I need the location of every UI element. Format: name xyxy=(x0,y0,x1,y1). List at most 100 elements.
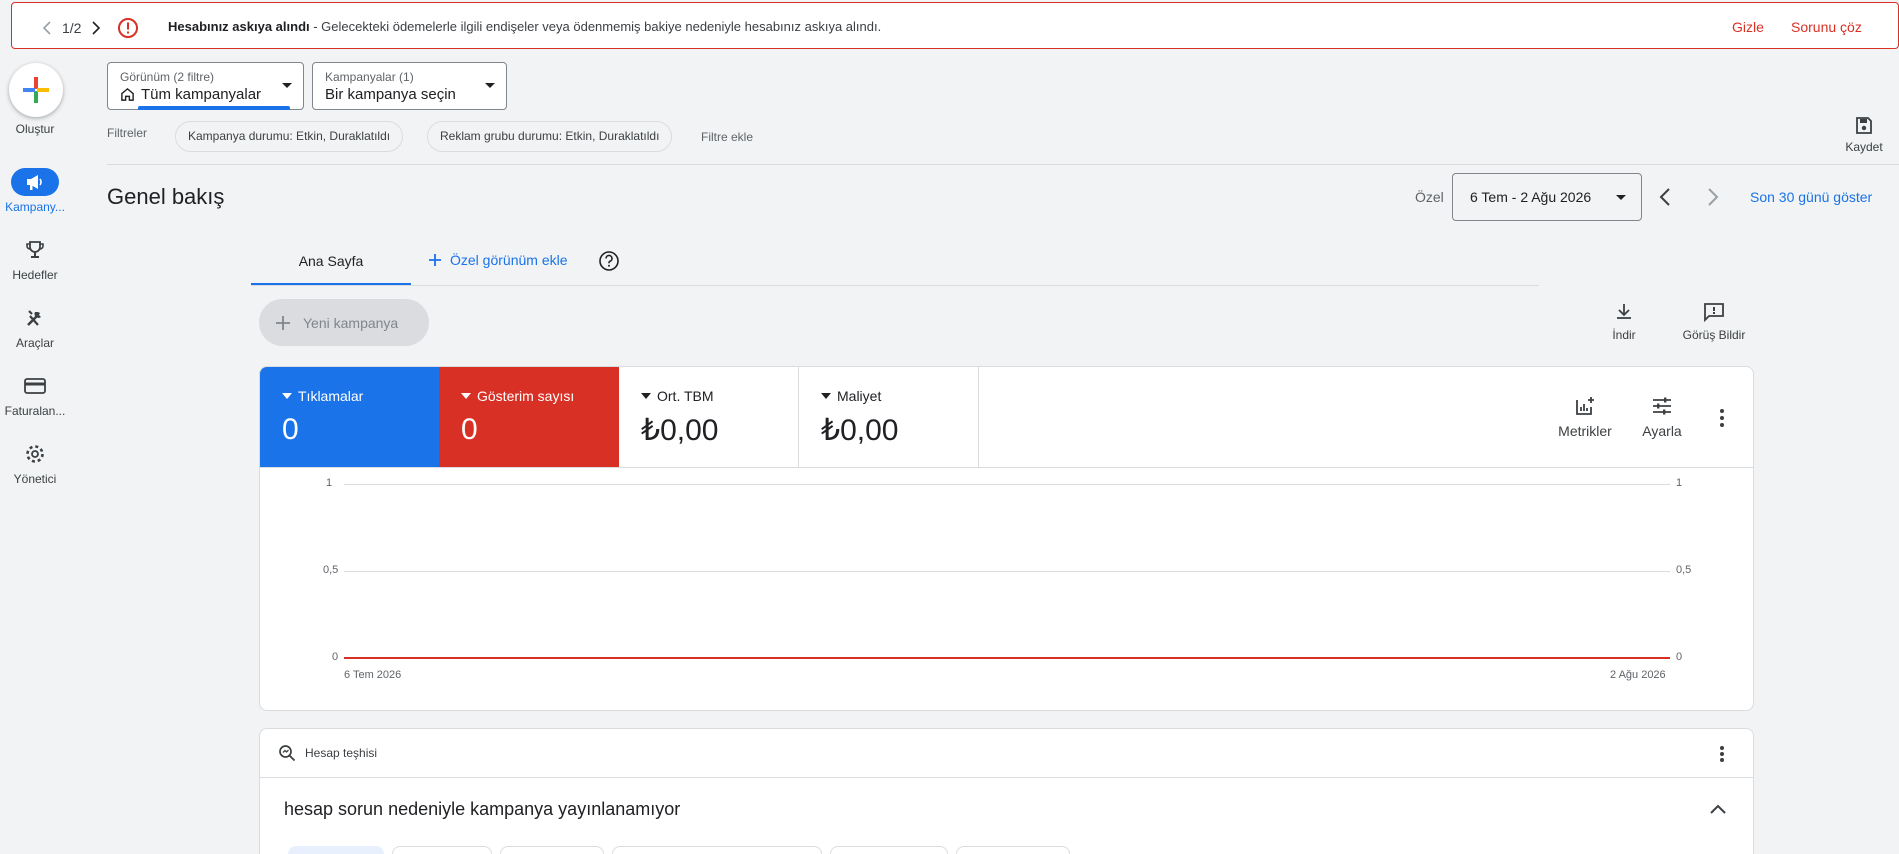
metric-value: ₺0,00 xyxy=(641,414,719,447)
hide-alert-link[interactable]: Gizle xyxy=(1732,19,1764,35)
dropdown-triangle-icon[interactable] xyxy=(461,393,471,399)
diagnosis-divider xyxy=(260,777,1753,778)
metric-name: Tıklamalar xyxy=(298,388,364,404)
new-campaign-label: Yeni kampanya xyxy=(303,314,399,331)
sidebar-item-label: Kampany... xyxy=(5,200,65,214)
download-button[interactable]: İndir xyxy=(1604,302,1644,342)
download-label: İndir xyxy=(1612,328,1636,342)
alert-text: - Gelecekteki ödemelerle ilgili endişele… xyxy=(309,19,882,34)
add-chart-icon xyxy=(1576,397,1594,415)
page-title: Genel bakış xyxy=(107,184,225,209)
next-alert-icon[interactable] xyxy=(91,21,101,35)
metrics-button[interactable]: Metrikler xyxy=(1553,395,1617,439)
prev-alert-icon[interactable] xyxy=(42,21,52,35)
tab-home[interactable]: Ana Sayfa xyxy=(251,240,411,285)
view-selector[interactable]: Görünüm (2 filtre) Tüm kampanyalar xyxy=(107,62,304,110)
sidebar-item-label: Yönetici xyxy=(13,472,57,486)
diagnosis-chip[interactable] xyxy=(830,846,948,854)
credit-card-icon xyxy=(11,372,59,400)
campaign-selector[interactable]: Kampanyalar (1) Bir kampanya seçin xyxy=(312,62,507,110)
home-icon xyxy=(121,87,134,101)
adjust-label: Ayarla xyxy=(1642,423,1682,439)
metric-cost[interactable]: Maliyet ₺0,00 xyxy=(799,367,979,467)
view-selector-indicator xyxy=(138,106,290,110)
create-button[interactable] xyxy=(9,63,63,117)
feedback-icon xyxy=(1704,303,1724,322)
date-range-value: 6 Tem - 2 Ağu 2026 xyxy=(1470,189,1592,205)
diagnosis-chip[interactable] xyxy=(288,846,384,854)
suspension-alert: 1/2 Hesabınız askıya alındı - Gelecektek… xyxy=(11,2,1899,49)
metric-clicks[interactable]: Tıklamalar 0 xyxy=(260,367,439,467)
chart-plot-area xyxy=(344,657,1670,659)
dropdown-triangle-icon[interactable] xyxy=(821,393,831,399)
save-button[interactable]: Kaydet xyxy=(1842,116,1886,154)
date-range-picker[interactable]: 6 Tem - 2 Ağu 2026 xyxy=(1452,173,1642,221)
diagnosis-chip[interactable] xyxy=(612,846,822,854)
x-tick-label: 6 Tem 2026 xyxy=(344,669,402,681)
tools-icon xyxy=(11,304,59,332)
plus-icon xyxy=(23,77,49,103)
help-icon[interactable] xyxy=(598,250,620,272)
filters-label: Filtreler xyxy=(107,126,148,140)
diagnosis-chip[interactable] xyxy=(500,846,604,854)
metric-name: Gösterim sayısı xyxy=(477,388,575,404)
alert-message: Hesabınız askıya alındı - Gelecekteki öd… xyxy=(168,19,881,34)
add-custom-view-tab[interactable]: Özel görünüm ekle xyxy=(428,252,568,268)
diagnosis-chip[interactable] xyxy=(392,846,492,854)
new-campaign-button[interactable]: Yeni kampanya xyxy=(259,299,429,346)
alert-page-count: 1/2 xyxy=(62,20,82,36)
diagnosis-label: Hesap teşhisi xyxy=(305,746,378,760)
more-vert-icon[interactable] xyxy=(1719,745,1725,763)
y-tick-label-right: 1 xyxy=(1676,477,1683,489)
sidebar-item-tools[interactable]: Araçlar xyxy=(0,304,70,350)
sidebar-item-label: Hedefler xyxy=(12,268,58,282)
filter-chip-campaign-status[interactable]: Kampanya durumu: Etkin, Duraklatıldı xyxy=(175,121,404,152)
y-tick-label-left: 0 xyxy=(332,651,339,663)
dropdown-triangle-icon[interactable] xyxy=(282,393,292,399)
x-tick-label: 2 Ağu 2026 xyxy=(1610,669,1666,681)
sidebar-item-goals[interactable]: Hedefler xyxy=(0,236,70,282)
save-icon xyxy=(1856,117,1872,134)
diagnosis-chip[interactable] xyxy=(956,846,1070,854)
metric-avg-cpc[interactable]: Ort. TBM ₺0,00 xyxy=(619,367,799,467)
y-tick-label-left: 0,5 xyxy=(323,564,339,576)
feedback-button[interactable]: Görüş Bildir xyxy=(1676,302,1752,342)
chevron-up-icon[interactable] xyxy=(1709,803,1727,815)
sidebar-item-billing[interactable]: Faturalan... xyxy=(0,372,70,418)
error-icon xyxy=(117,17,139,39)
add-filter-link[interactable]: Filtre ekle xyxy=(701,130,753,144)
overview-line-chart: 1 0,5 0 1 0,5 0 6 Tem 2026 2 Ağu 2026 xyxy=(260,468,1753,710)
feedback-label: Görüş Bildir xyxy=(1682,328,1746,342)
filter-chip-adgroup-status[interactable]: Reklam grubu durumu: Etkin, Duraklatıldı xyxy=(427,121,673,152)
campaign-selector-value: Bir kampanya seçin xyxy=(325,86,456,103)
adjust-button[interactable]: Ayarla xyxy=(1637,395,1687,439)
tune-icon xyxy=(1653,397,1671,415)
y-tick-label-right: 0,5 xyxy=(1676,564,1692,576)
prev-period-icon[interactable] xyxy=(1658,187,1672,207)
next-period-icon[interactable] xyxy=(1706,187,1720,207)
sidebar-item-admin[interactable]: Yönetici xyxy=(0,440,70,486)
more-vert-icon[interactable] xyxy=(1719,408,1725,428)
show-last-30-days-link[interactable]: Son 30 günü göster xyxy=(1750,189,1872,205)
diagnosis-headline: hesap sorun nedeniyle kampanya yayınlana… xyxy=(284,799,681,819)
chevron-down-icon xyxy=(485,83,495,88)
plus-icon xyxy=(429,254,441,266)
divider xyxy=(107,164,1899,165)
sidebar-item-campaigns[interactable]: Kampany... xyxy=(0,168,70,214)
sidebar-item-label: Faturalan... xyxy=(4,404,66,418)
diagnosis-search-icon xyxy=(278,744,296,762)
fix-issue-link[interactable]: Sorunu çöz xyxy=(1791,19,1862,35)
save-label: Kaydet xyxy=(1845,140,1883,154)
metric-name: Ort. TBM xyxy=(657,388,714,404)
download-icon xyxy=(1617,304,1631,319)
metrics-label: Metrikler xyxy=(1558,423,1612,439)
metric-name: Maliyet xyxy=(837,388,882,404)
dropdown-triangle-icon[interactable] xyxy=(641,393,651,399)
account-diagnosis-card: Hesap teşhisi hesap sorun nedeniyle kamp… xyxy=(259,728,1754,854)
create-label: Oluştur xyxy=(15,122,55,136)
metric-impressions[interactable]: Gösterim sayısı 0 xyxy=(439,367,619,467)
alert-title: Hesabınız askıya alındı xyxy=(168,19,310,34)
tabs-divider xyxy=(251,285,1539,286)
gear-icon xyxy=(11,440,59,468)
sidebar-item-label: Araçlar xyxy=(15,336,54,350)
